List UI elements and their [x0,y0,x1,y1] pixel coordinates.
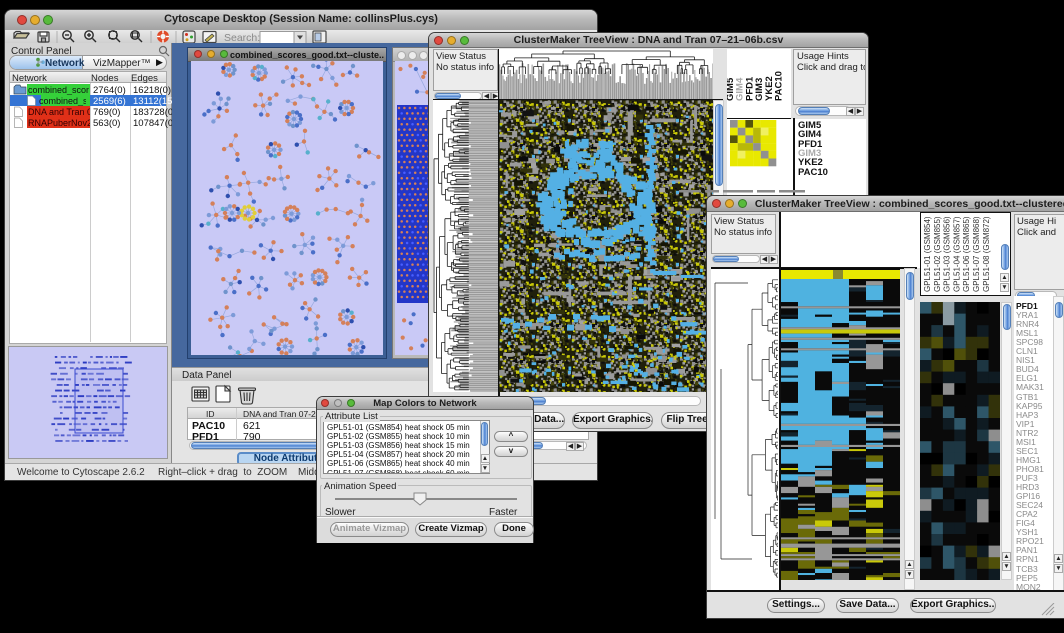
svg-text:GPL51-04 (GSM857): GPL51-04 (GSM857) [952,216,961,292]
svg-text:GPL51-06 (GSM865): GPL51-06 (GSM865) [962,216,971,292]
svg-text:GPL51-03 (GSM856): GPL51-03 (GSM856) [943,216,952,292]
svg-text:GPL51-02 (GSM855): GPL51-02 (GSM855) [933,216,942,292]
svg-text:GPL51-07 (GSM868): GPL51-07 (GSM868) [972,216,981,292]
svg-text:GPL51-08 (GSM872): GPL51-08 (GSM872) [982,216,991,292]
svg-text:PAC10: PAC10 [774,71,785,101]
svg-text:GPL51-01 (GSM854): GPL51-01 (GSM854) [923,216,932,292]
